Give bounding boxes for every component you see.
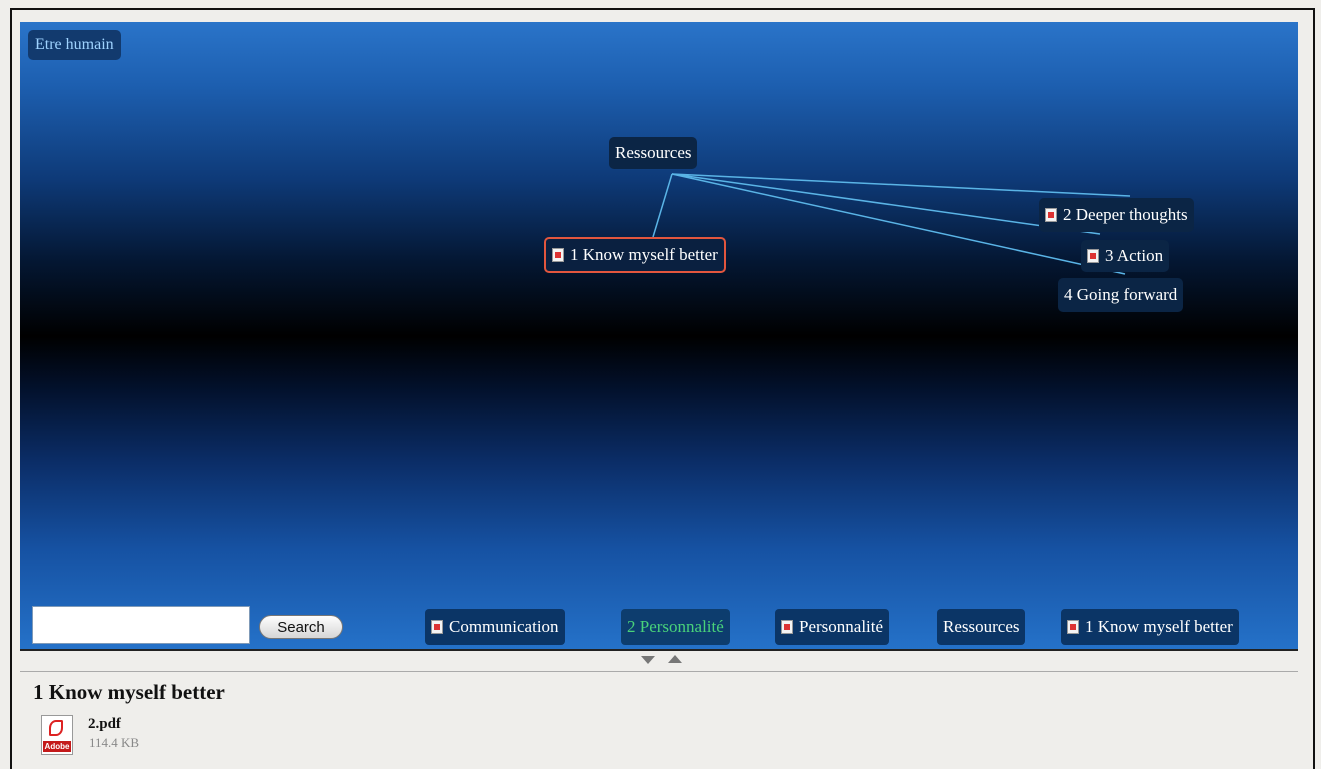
expand-up-icon[interactable] <box>668 655 682 663</box>
search-input[interactable] <box>32 606 250 644</box>
breadcrumb-know-myself-better[interactable]: 1 Know myself better <box>1061 609 1239 645</box>
center-node-label: Ressources <box>615 143 692 162</box>
breadcrumb-label: Personnalité <box>799 617 884 636</box>
center-node-ressources[interactable]: Ressources <box>609 137 698 169</box>
breadcrumb-label: 1 Know myself better <box>1085 617 1233 636</box>
breadcrumb-label: Ressources <box>943 617 1020 636</box>
edge-ressources-know-myself <box>652 173 673 238</box>
breadcrumb-communication[interactable]: Communication <box>425 609 565 645</box>
divider <box>20 671 1298 672</box>
collapse-down-icon[interactable] <box>641 656 655 664</box>
pdf-icon <box>1067 620 1079 634</box>
pdf-icon <box>1045 208 1057 222</box>
mindmap-canvas[interactable]: Etre humain Ressources 1 Know myself bet… <box>20 22 1298 650</box>
adobe-label: Adobe <box>43 741 71 752</box>
search-button-label: Search <box>277 618 325 636</box>
pdf-icon <box>781 620 793 634</box>
breadcrumb-ressources[interactable]: Ressources <box>937 609 1026 645</box>
breadcrumb-label: 2 Personnalité <box>627 617 724 636</box>
detail-title: 1 Know myself better <box>33 680 225 704</box>
attachment-name[interactable]: 2.pdf <box>88 716 121 733</box>
pdf-file-icon[interactable]: Adobe <box>41 715 73 755</box>
breadcrumb-personnalite[interactable]: Personnalité <box>775 609 890 645</box>
node-going-forward[interactable]: 4 Going forward <box>1058 278 1184 312</box>
edge-ressources-action <box>671 173 1101 235</box>
mindmap-edges <box>652 173 1131 275</box>
canvas-border <box>20 649 1298 651</box>
acrobat-logo-icon <box>49 720 63 736</box>
breadcrumb-2-personnalite[interactable]: 2 Personnalité <box>621 609 730 645</box>
search-button[interactable]: Search <box>259 615 343 639</box>
panel-toggle[interactable] <box>640 653 690 667</box>
pdf-icon <box>431 620 443 634</box>
pdf-icon <box>1087 249 1099 263</box>
attachment-size: 114.4 KB <box>89 735 140 750</box>
breadcrumb-label: Communication <box>449 617 559 636</box>
edge-ressources-deeper-thoughts <box>671 173 1131 197</box>
node-label: 1 Know myself better <box>570 245 718 264</box>
pdf-icon <box>552 248 564 262</box>
node-label: 4 Going forward <box>1064 285 1178 304</box>
node-label: 3 Action <box>1105 246 1164 265</box>
node-label: 2 Deeper thoughts <box>1063 205 1188 224</box>
root-node-label: Etre humain <box>35 36 114 53</box>
root-node[interactable]: Etre humain <box>28 30 121 60</box>
node-deeper-thoughts[interactable]: 2 Deeper thoughts <box>1039 198 1194 232</box>
node-know-myself-better[interactable]: 1 Know myself better <box>544 237 726 273</box>
node-action[interactable]: 3 Action <box>1081 240 1170 272</box>
